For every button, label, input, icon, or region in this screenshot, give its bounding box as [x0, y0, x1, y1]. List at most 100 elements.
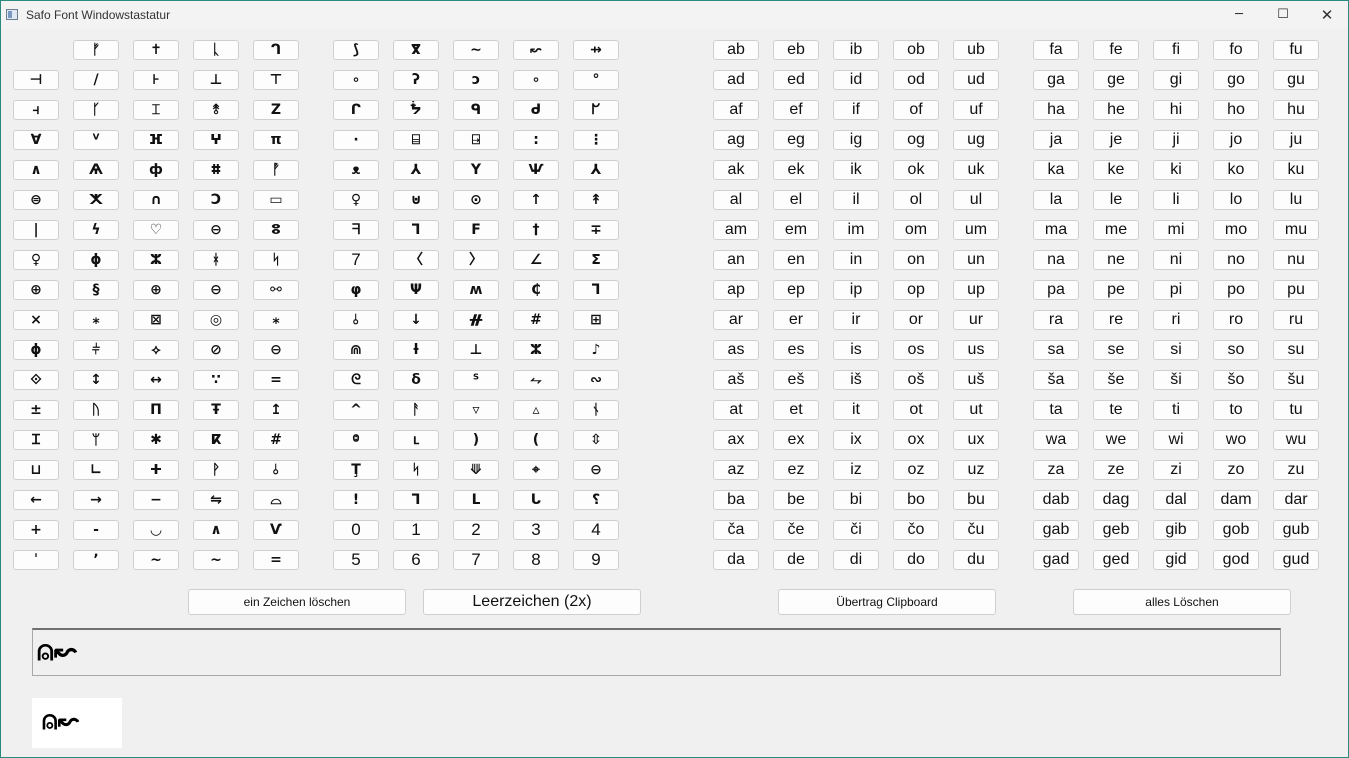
syllable-key[interactable]: če: [773, 520, 819, 540]
glyph-key[interactable]: ᚡ: [253, 160, 299, 180]
glyph-key[interactable]: ⵣ: [513, 340, 559, 360]
glyph-key[interactable]: ∾: [573, 370, 619, 390]
glyph-key[interactable]: ◎: [193, 310, 239, 330]
glyph-key[interactable]: Ɪ: [13, 430, 59, 450]
glyph-key[interactable]: ʔ: [393, 70, 439, 90]
syllable-key[interactable]: or: [893, 310, 939, 330]
glyph-key[interactable]: ⊙: [453, 190, 499, 210]
syllable-key[interactable]: ap: [713, 280, 759, 300]
glyph-key[interactable]: ±: [13, 400, 59, 420]
syllable-key[interactable]: zu: [1273, 460, 1319, 480]
syllable-key[interactable]: mi: [1153, 220, 1199, 240]
syllable-key[interactable]: ul: [953, 190, 999, 210]
syllable-key[interactable]: os: [893, 340, 939, 360]
glyph-key[interactable]: ⫰: [333, 310, 379, 330]
glyph-key[interactable]: ⵅ: [73, 190, 119, 210]
glyph-key[interactable]: ᒣ: [393, 220, 439, 240]
syllable-key[interactable]: ig: [833, 130, 879, 150]
glyph-key[interactable]: ᛘ: [73, 430, 119, 450]
glyph-key[interactable]: |: [13, 220, 59, 240]
glyph-key[interactable]: ᴥ: [333, 160, 379, 180]
syllable-key[interactable]: me: [1093, 220, 1139, 240]
glyph-key[interactable]: ←: [13, 490, 59, 510]
syllable-key[interactable]: ged: [1093, 550, 1139, 570]
glyph-key[interactable]: ▵: [513, 400, 559, 420]
syllable-key[interactable]: ši: [1153, 370, 1199, 390]
glyph-key[interactable]: ⇳: [573, 430, 619, 450]
syllable-key[interactable]: al: [713, 190, 759, 210]
glyph-key[interactable]: ⵣ: [133, 250, 179, 270]
glyph-key[interactable]: !: [333, 490, 379, 510]
glyph-key[interactable]: ↕: [73, 370, 119, 390]
glyph-key[interactable]: :: [513, 130, 559, 150]
syllable-key[interactable]: se: [1093, 340, 1139, 360]
syllable-key[interactable]: bi: [833, 490, 879, 510]
glyph-key[interactable]: 0: [333, 520, 379, 540]
syllable-key[interactable]: ki: [1153, 160, 1199, 180]
syllable-key[interactable]: ox: [893, 430, 939, 450]
syllable-key[interactable]: id: [833, 70, 879, 90]
syllable-key[interactable]: mo: [1213, 220, 1259, 240]
syllable-key[interactable]: fe: [1093, 40, 1139, 60]
syllable-key[interactable]: up: [953, 280, 999, 300]
glyph-key[interactable]: ▭: [253, 190, 299, 210]
glyph-key[interactable]: Ţ: [333, 460, 379, 480]
glyph-key[interactable]: #: [513, 310, 559, 330]
glyph-key[interactable]: ⌸: [393, 130, 439, 150]
syllable-key[interactable]: ak: [713, 160, 759, 180]
glyph-key[interactable]: ᒣ: [393, 490, 439, 510]
glyph-key[interactable]: ↥: [253, 400, 299, 420]
glyph-key[interactable]: ᖸ: [573, 100, 619, 120]
syllable-key[interactable]: ad: [713, 70, 759, 90]
glyph-key[interactable]: ⊤: [253, 70, 299, 90]
syllable-key[interactable]: ax: [713, 430, 759, 450]
glyph-key[interactable]: ⵓ: [253, 220, 299, 240]
syllable-key[interactable]: le: [1093, 190, 1139, 210]
syllable-key[interactable]: us: [953, 340, 999, 360]
clipboard-button[interactable]: Übertrag Clipboard: [778, 589, 996, 615]
glyph-key[interactable]: ⊘: [193, 340, 239, 360]
syllable-key[interactable]: re: [1093, 310, 1139, 330]
syllable-key[interactable]: if: [833, 100, 879, 120]
syllable-key[interactable]: il: [833, 190, 879, 210]
glyph-key[interactable]: ᔆ: [453, 370, 499, 390]
syllable-key[interactable]: ri: [1153, 310, 1199, 330]
glyph-key[interactable]: (: [513, 430, 559, 450]
syllable-key[interactable]: ez: [773, 460, 819, 480]
glyph-key[interactable]: ᖭ: [393, 100, 439, 120]
syllable-key[interactable]: šu: [1273, 370, 1319, 390]
glyph-key[interactable]: ^: [333, 400, 379, 420]
glyph-key[interactable]: ⊥: [193, 70, 239, 90]
glyph-key[interactable]: Ↄ: [193, 190, 239, 210]
syllable-key[interactable]: zi: [1153, 460, 1199, 480]
syllable-key[interactable]: dag: [1093, 490, 1139, 510]
syllable-key[interactable]: ud: [953, 70, 999, 90]
glyph-key[interactable]: ~: [133, 550, 179, 570]
glyph-key[interactable]: ⅄: [393, 160, 439, 180]
glyph-key[interactable]: ⟡: [133, 340, 179, 360]
syllable-key[interactable]: ze: [1093, 460, 1139, 480]
glyph-key[interactable]: ⵉ: [573, 250, 619, 270]
glyph-key[interactable]: φ: [333, 280, 379, 300]
glyph-key[interactable]: ϕ: [13, 340, 59, 360]
syllable-key[interactable]: gub: [1273, 520, 1319, 540]
glyph-key[interactable]: ⵖ: [193, 130, 239, 150]
syllable-key[interactable]: ux: [953, 430, 999, 450]
syllable-key[interactable]: ne: [1093, 250, 1139, 270]
glyph-key[interactable]: ⇋: [193, 490, 239, 510]
glyph-key[interactable]: ⱽ: [73, 130, 119, 150]
glyph-key[interactable]: ᚴ: [73, 100, 119, 120]
syllable-key[interactable]: ex: [773, 430, 819, 450]
syllable-key[interactable]: lo: [1213, 190, 1259, 210]
glyph-key[interactable]: Z: [253, 100, 299, 120]
syllable-key[interactable]: bu: [953, 490, 999, 510]
syllable-key[interactable]: ik: [833, 160, 879, 180]
glyph-key[interactable]: ᛋ: [253, 250, 299, 270]
glyph-key[interactable]: Ѧ: [73, 160, 119, 180]
syllable-key[interactable]: šo: [1213, 370, 1259, 390]
syllable-key[interactable]: po: [1213, 280, 1259, 300]
glyph-key[interactable]: ∘: [333, 70, 379, 90]
syllable-key[interactable]: um: [953, 220, 999, 240]
syllable-key[interactable]: te: [1093, 400, 1139, 420]
syllable-key[interactable]: at: [713, 400, 759, 420]
